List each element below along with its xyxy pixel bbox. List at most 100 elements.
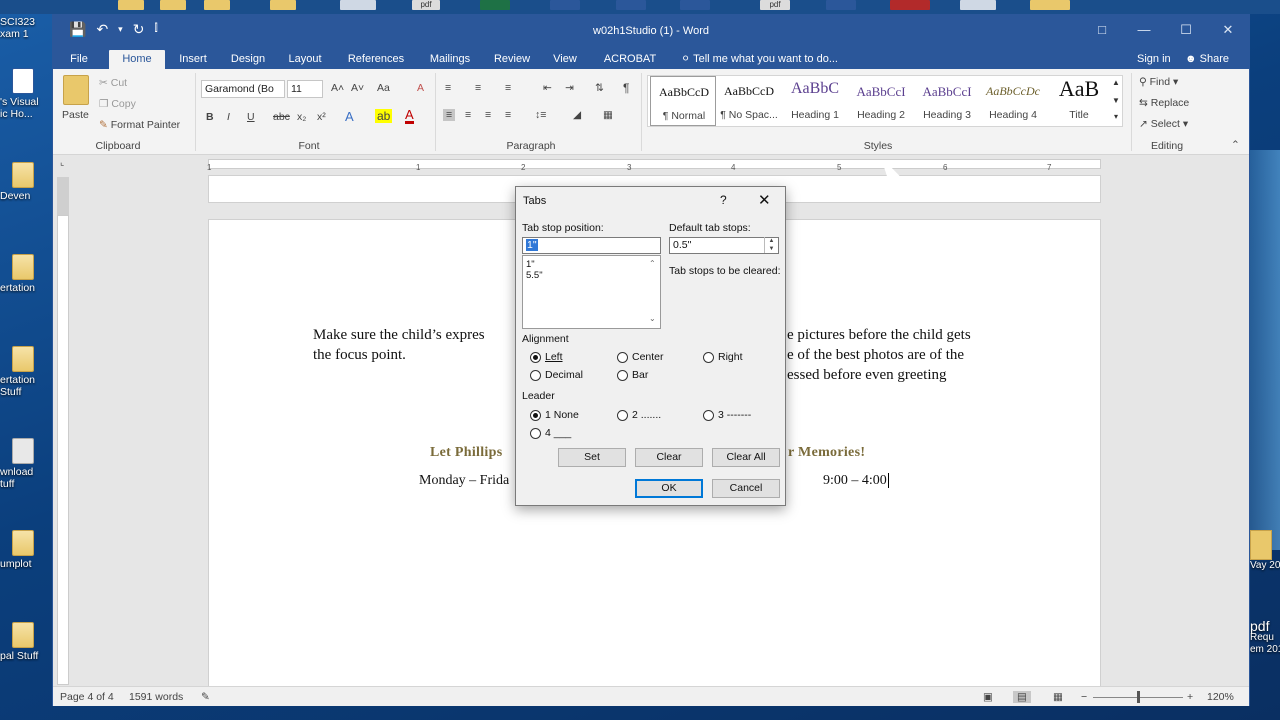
help-icon[interactable]: ? (720, 193, 727, 207)
folder-icon[interactable] (118, 0, 144, 10)
spin-down-icon[interactable]: ▼ (765, 245, 778, 253)
align-center-icon[interactable]: ≡ (465, 109, 471, 121)
word-file-icon[interactable] (826, 0, 856, 10)
desktop-icon-right[interactable]: pdf Requ em 201 (1250, 619, 1280, 656)
shading-icon[interactable]: ◢ (573, 109, 581, 121)
leader-dashes-radio[interactable]: 3 ------- (703, 409, 751, 421)
superscript-button[interactable]: x² (317, 111, 326, 123)
tab-acrobat[interactable]: ACROBAT (597, 50, 663, 69)
minimize-icon[interactable]: — (1123, 15, 1165, 45)
word-file-icon[interactable] (680, 0, 710, 10)
align-left-icon[interactable]: ≡ (443, 109, 456, 121)
find-button[interactable]: ⚲ Find ▾ (1139, 76, 1178, 88)
word-count[interactable]: 1591 words (129, 691, 183, 703)
archive-icon[interactable] (890, 0, 930, 10)
style-heading-4[interactable]: AaBbCcDc Heading 4 (980, 76, 1046, 126)
desktop-icon[interactable]: wnload tuff (0, 438, 46, 490)
style-no-spacing[interactable]: AaBbCcD ¶ No Spac... (716, 76, 782, 126)
font-size-box[interactable]: 11 (287, 80, 323, 98)
paste-icon[interactable] (63, 75, 89, 105)
underline-button[interactable]: U (247, 111, 255, 123)
tab-stop-position-input[interactable]: 1" (522, 237, 661, 254)
style-heading-3[interactable]: AaBbCcI Heading 3 (914, 76, 980, 126)
close-icon[interactable]: ✕ (1207, 15, 1249, 45)
subscript-button[interactable]: x₂ (297, 111, 306, 123)
bold-button[interactable]: B (206, 111, 214, 123)
pdf-icon[interactable]: pdf (760, 0, 790, 10)
desktop-icon[interactable]: pal Stuff (0, 622, 46, 662)
ribbon-display-options-icon[interactable]: □ (1081, 15, 1123, 45)
web-layout-icon[interactable]: ▦ (1053, 691, 1063, 703)
tab-selector-icon[interactable]: ⌞ (60, 157, 64, 168)
select-button[interactable]: ↗ Select ▾ (1139, 118, 1188, 130)
copy-button[interactable]: ❐ Copy (99, 98, 136, 110)
ruler-bar[interactable]: 1 1 2 3 4 5 6 7 (207, 159, 1101, 172)
style-normal[interactable]: AaBbCcD ¶ Normal (650, 76, 716, 126)
tab-view[interactable]: View (547, 50, 583, 69)
styles-more-icon[interactable]: ▾ (1110, 112, 1122, 121)
alignment-left-radio[interactable]: Left (530, 351, 563, 363)
share-button[interactable]: ☻ Share (1185, 50, 1229, 69)
folder-icon[interactable] (160, 0, 186, 10)
print-layout-icon[interactable]: ▤ (1013, 691, 1031, 703)
tab-stops-list[interactable]: 1" 5.5" ⌃ ⌄ (522, 255, 661, 329)
highlight-icon[interactable]: ab (375, 109, 393, 123)
desktop-icon[interactable]: SCI323 xam 1 (0, 16, 46, 40)
folder-icon[interactable] (204, 0, 230, 10)
numbering-icon[interactable]: ≡ (475, 82, 481, 94)
read-mode-icon[interactable]: ▣ (983, 691, 993, 703)
sort-icon[interactable]: ⇅ (595, 82, 604, 94)
folder-icon[interactable] (1030, 0, 1070, 10)
zoom-in-icon[interactable]: + (1187, 691, 1193, 703)
cut-button[interactable]: ✂ Cut (99, 77, 127, 89)
alignment-bar-radio[interactable]: Bar (617, 369, 648, 381)
list-item[interactable]: 5.5" (526, 270, 543, 281)
vertical-ruler[interactable] (57, 215, 69, 685)
default-tab-stops-input[interactable]: 0.5" (669, 237, 779, 254)
document-icon[interactable] (340, 0, 376, 10)
cancel-button[interactable]: Cancel (712, 479, 780, 498)
clear-all-button[interactable]: Clear All (712, 448, 780, 467)
excel-icon[interactable] (480, 0, 510, 10)
style-title[interactable]: AaB Title (1046, 76, 1112, 126)
format-painter-button[interactable]: ✎ Format Painter (99, 119, 180, 131)
increase-indent-icon[interactable]: ⇥ (565, 82, 574, 94)
tab-file[interactable]: File (59, 50, 99, 69)
desktop-icon[interactable]: umplot (0, 530, 46, 570)
justify-icon[interactable]: ≡ (505, 109, 511, 121)
list-item[interactable]: 1" (526, 259, 535, 270)
leader-none-radio[interactable]: 1 None (530, 409, 579, 421)
leader-underline-radio[interactable]: 4 ___ (530, 427, 571, 439)
tab-design[interactable]: Design (225, 50, 271, 69)
page-count[interactable]: Page 4 of 4 (60, 691, 114, 703)
tab-layout[interactable]: Layout (283, 50, 327, 69)
word-file-icon[interactable] (616, 0, 646, 10)
set-button[interactable]: Set (558, 448, 626, 467)
maximize-icon[interactable]: ☐ (1165, 15, 1207, 45)
tab-review[interactable]: Review (489, 50, 535, 69)
decrease-indent-icon[interactable]: ⇤ (543, 82, 552, 94)
font-color-icon[interactable]: A (405, 108, 414, 124)
proofing-icon[interactable]: ✎ (201, 691, 210, 703)
leader-dots-radio[interactable]: 2 ....... (617, 409, 661, 421)
replace-button[interactable]: ⇆ Replace (1139, 97, 1189, 109)
tab-mailings[interactable]: Mailings (423, 50, 477, 69)
change-case-icon[interactable]: Aa (377, 82, 390, 94)
tell-me-search[interactable]: ⚪ Tell me what you want to do... (681, 50, 838, 69)
alignment-decimal-radio[interactable]: Decimal (530, 369, 583, 381)
tab-home[interactable]: Home (109, 50, 165, 69)
font-name-box[interactable]: Garamond (Bo (201, 80, 285, 98)
collapse-ribbon-icon[interactable]: ⌃ (1231, 139, 1240, 151)
alignment-right-radio[interactable]: Right (703, 351, 743, 363)
align-right-icon[interactable]: ≡ (485, 109, 491, 121)
desktop-icon[interactable]: ertation Stuff (0, 346, 46, 398)
show-formatting-icon[interactable]: ¶ (623, 81, 629, 95)
style-heading-1[interactable]: AaBbC Heading 1 (782, 76, 848, 126)
desktop-icon-right[interactable]: Vay 20 (1250, 530, 1280, 572)
scroll-up-icon[interactable]: ⌃ (649, 259, 656, 268)
desktop-icon[interactable]: ertation (0, 254, 46, 294)
line-spacing-icon[interactable]: ↕≡ (535, 109, 546, 121)
strikethrough-button[interactable]: abc (273, 111, 290, 123)
clear-formatting-icon[interactable]: A (417, 82, 424, 94)
tab-references[interactable]: References (339, 50, 413, 69)
